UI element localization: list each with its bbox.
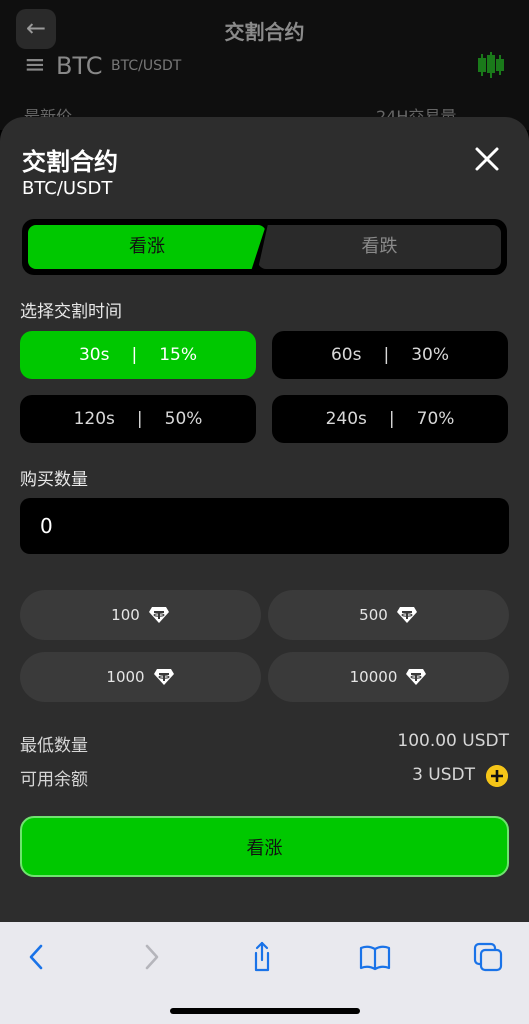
back-icon[interactable] <box>20 940 54 974</box>
preset-amount: 10000 <box>349 668 398 686</box>
tether-icon <box>153 669 174 685</box>
rate-value: 70% <box>416 409 455 429</box>
time-option-60s[interactable]: 60s | 30% <box>272 331 508 379</box>
rate-value: 30% <box>411 345 450 365</box>
time-value: 120s <box>73 409 115 429</box>
background-page: ← 交割合约 ≡ BTC BTC/USDT 最新价 24H交易量 <box>0 0 529 130</box>
bookmarks-icon[interactable] <box>358 940 392 974</box>
quantity-label: 购买数量 <box>20 470 88 490</box>
separator: | <box>131 345 138 365</box>
time-option-240s[interactable]: 240s | 70% <box>272 395 508 443</box>
direction-up-button[interactable]: 看涨 <box>28 225 266 269</box>
candlestick-icon[interactable] <box>476 52 506 78</box>
preset-500-button[interactable]: 500 <box>268 590 509 640</box>
preset-1000-button[interactable]: 1000 <box>20 652 261 702</box>
pair-name: BTC <box>56 52 103 80</box>
sheet-title: 交割合约 <box>22 148 118 176</box>
share-icon[interactable] <box>245 940 279 974</box>
forward-icon[interactable] <box>134 940 168 974</box>
contract-sheet: 交割合约 BTC/USDT 看涨 看跌 选择交割时间 30s | 15% 60s… <box>0 117 529 922</box>
submit-button[interactable]: 看涨 <box>20 816 509 877</box>
preset-100-button[interactable]: 100 <box>20 590 261 640</box>
add-funds-icon[interactable] <box>486 765 508 787</box>
min-quantity-label: 最低数量 <box>20 736 88 756</box>
direction-toggle: 看涨 看跌 <box>22 219 507 275</box>
close-icon[interactable] <box>470 142 504 176</box>
preset-amount: 1000 <box>106 668 145 686</box>
direction-down-button[interactable]: 看跌 <box>258 225 501 269</box>
time-option-30s[interactable]: 30s | 15% <box>20 331 256 379</box>
rate-value: 15% <box>159 345 198 365</box>
time-option-120s[interactable]: 120s | 50% <box>20 395 256 443</box>
time-section-label: 选择交割时间 <box>20 302 122 322</box>
balance-label: 可用余额 <box>20 770 88 790</box>
preset-amount: 500 <box>359 606 388 624</box>
sheet-pair: BTC/USDT <box>22 178 113 199</box>
separator: | <box>388 409 395 429</box>
time-value: 240s <box>325 409 367 429</box>
pair-subname: BTC/USDT <box>111 58 182 74</box>
tether-icon <box>148 607 169 623</box>
min-quantity-value: 100.00 USDT <box>397 731 509 751</box>
tether-icon <box>396 607 417 623</box>
home-indicator <box>170 1008 360 1014</box>
tabs-icon[interactable] <box>471 940 505 974</box>
preset-10000-button[interactable]: 10000 <box>268 652 509 702</box>
page-title: 交割合约 <box>224 20 305 44</box>
preset-amount: 100 <box>111 606 140 624</box>
separator: | <box>383 345 390 365</box>
time-value: 60s <box>330 345 362 365</box>
tether-icon <box>406 669 427 685</box>
balance-value: 3 USDT <box>412 765 475 785</box>
quantity-input[interactable] <box>20 498 509 554</box>
menu-icon[interactable]: ≡ <box>24 52 46 78</box>
time-value: 30s <box>78 345 110 365</box>
separator: | <box>136 409 143 429</box>
rate-value: 50% <box>164 409 203 429</box>
